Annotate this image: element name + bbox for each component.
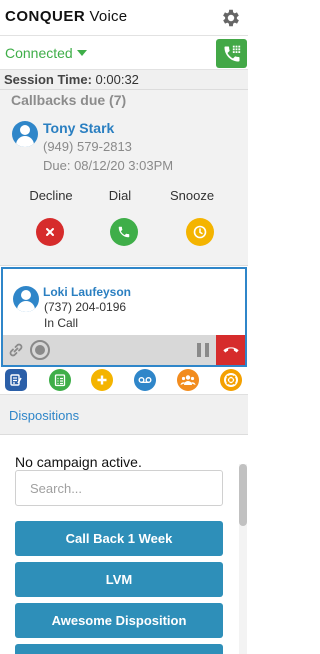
dial-label: Dial [108,188,132,203]
session-time: Session Time: 0:00:32 [0,70,248,90]
active-call-status: In Call [44,316,79,330]
dialer-button[interactable] [216,39,247,68]
snooze-label: Snooze [169,188,215,203]
call-controls-bar [3,335,245,365]
caret-down-icon [76,50,87,56]
help-lifebuoy-icon[interactable] [220,369,242,391]
link-icon[interactable] [7,341,25,359]
avatar [12,121,38,147]
app-header: CONQUER Voice [0,0,248,36]
checklist-icon[interactable] [49,369,71,391]
disposition-button-partial[interactable] [15,644,223,654]
disposition-button-awesome[interactable]: Awesome Disposition [15,603,223,638]
voicemail-icon[interactable] [134,369,156,391]
phone-icon [118,226,130,238]
decline-button[interactable] [36,218,64,246]
dispositions-title: Dispositions [9,408,80,423]
gear-icon[interactable] [220,7,242,29]
disposition-button-lvm[interactable]: LVM [15,562,223,597]
app-title: CONQUER Voice [5,8,128,25]
dial-button[interactable] [110,218,138,246]
hang-up-icon [223,347,238,353]
close-icon [46,228,54,236]
contacts-group-icon[interactable] [177,369,199,391]
callback-contact-name[interactable]: Tony Stark [43,120,114,136]
active-call-phone: (737) 204-0196 [44,300,127,314]
dispositions-panel: No campaign active. Call Back 1 Week LVM… [0,435,248,654]
callback-due-date: Due: 08/12/20 3:03PM [43,158,174,173]
callbacks-panel: Callbacks due (7) Tony Stark (949) 579-2… [0,90,248,266]
connection-status-dropdown[interactable]: Connected [5,45,87,61]
hang-up-button[interactable] [216,335,245,365]
active-call-card: Loki Laufeyson (737) 204-0196 In Call [1,267,247,367]
avatar [13,286,39,312]
disposition-button-call-back-1-week[interactable]: Call Back 1 Week [15,521,223,556]
active-call-contact-name[interactable]: Loki Laufeyson [43,285,131,299]
pause-icon[interactable] [195,342,211,358]
phone-keypad-icon [224,45,240,61]
session-time-label: Session Time: [4,72,92,87]
scrollbar-thumb[interactable] [239,464,247,526]
callbacks-title: Callbacks due (7) [11,92,127,108]
record-icon[interactable] [29,339,51,361]
snooze-button[interactable] [186,218,214,246]
clock-icon [193,225,207,239]
session-time-value: 0:00:32 [95,72,139,87]
action-toolbar [0,367,248,395]
notes-icon[interactable] [5,369,27,391]
disposition-search-input[interactable] [15,470,223,506]
no-campaign-message: No campaign active. [15,454,142,470]
status-row: Connected [0,36,248,70]
dispositions-tab[interactable]: Dispositions [0,395,248,435]
decline-label: Decline [29,188,73,203]
add-icon[interactable] [91,369,113,391]
callback-contact-phone: (949) 579-2813 [43,139,132,154]
